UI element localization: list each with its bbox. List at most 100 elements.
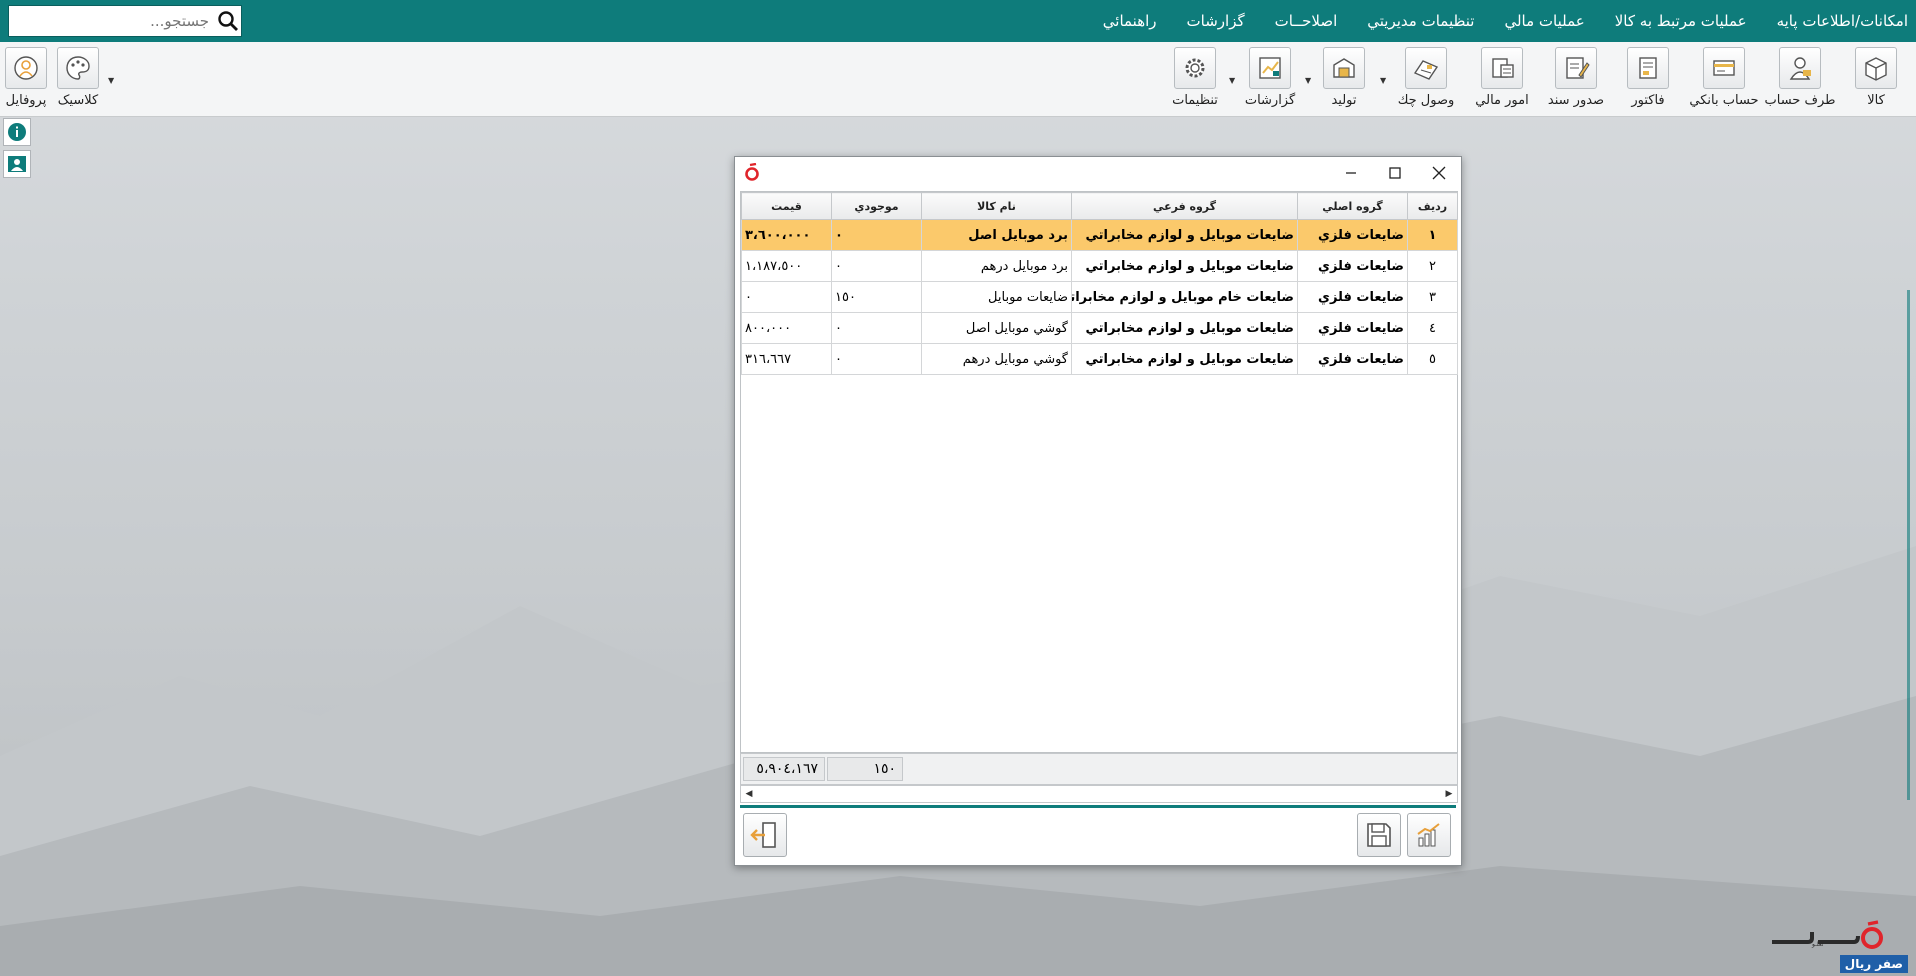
menu-help[interactable]: راهنمائي <box>1103 12 1157 30</box>
column-header-stock[interactable]: موجودي <box>831 192 922 220</box>
cell-goods-name[interactable]: گوشي موبايل اصل <box>921 312 1072 344</box>
table-row[interactable]: ٢ ضايعات فلزي ضايعات موبايل و لوازم مخاب… <box>741 250 1458 282</box>
reports-dropdown-arrow[interactable]: ▼ <box>1305 76 1311 85</box>
menu-goods-ops[interactable]: عمليات مرتبط به کالا <box>1615 12 1747 30</box>
cell-main-group[interactable]: ضايعات فلزي <box>1297 281 1408 313</box>
horizontal-scrollbar[interactable]: ◀ ▶ <box>740 785 1458 803</box>
brand-logo-icon: نعلـو <box>1772 920 1883 949</box>
tool-production[interactable]: توليد <box>1304 47 1384 113</box>
column-header-goods-name[interactable]: نام کالا <box>921 192 1072 220</box>
user-card-button[interactable] <box>3 150 31 178</box>
cell-stock[interactable]: ٠ <box>831 250 922 282</box>
tool-check-receipt-label: وصول چك <box>1397 93 1455 108</box>
cell-price[interactable]: ٨٠٠،٠٠٠ <box>741 312 832 344</box>
cell-sub-group[interactable]: ضايعات خام موبايل و لوازم مخابراتي <box>1071 281 1298 313</box>
maximize-button[interactable] <box>1373 160 1417 186</box>
cell-sub-group[interactable]: ضايعات موبايل و لوازم مخابراتي <box>1071 219 1298 251</box>
cell-main-group[interactable]: ضايعات فلزي <box>1297 343 1408 375</box>
cell-stock[interactable]: ٠ <box>831 343 922 375</box>
tool-account-party[interactable]: طرف حساب <box>1760 47 1840 113</box>
table-row-selected[interactable]: ١ ضايعات فلزي ضايعات موبايل و لوازم مخاب… <box>741 219 1458 251</box>
app-logo-icon <box>744 162 760 185</box>
right-edge-strip <box>1907 290 1910 800</box>
goods-table: رديف گروه اصلي گروه فرعي نام کالا موجودي… <box>741 192 1458 375</box>
menu-admin-settings[interactable]: تنظيمات مديريتي <box>1367 12 1474 30</box>
menu-corrections[interactable]: اصلاحــات <box>1275 12 1338 30</box>
tool-theme-label: کلاسيک <box>57 93 99 108</box>
production-dropdown-arrow[interactable]: ▼ <box>1380 76 1386 85</box>
save-disk-icon <box>1367 823 1391 847</box>
cell-price[interactable]: ٣١٦،٦٦٧ <box>741 343 832 375</box>
scroll-right-arrow-icon[interactable]: ▶ <box>1441 786 1457 802</box>
tool-bank-account-label: حساب بانکي <box>1689 93 1759 108</box>
tool-invoice[interactable]: فاکتور <box>1608 47 1688 113</box>
menu-financial-ops[interactable]: عمليات مالي <box>1504 12 1584 30</box>
goods-grid: رديف گروه اصلي گروه فرعي نام کالا موجودي… <box>740 191 1458 753</box>
menu-reports[interactable]: گزارشات <box>1187 12 1245 30</box>
search-icon[interactable] <box>215 6 241 36</box>
tool-theme[interactable]: کلاسيک <box>38 47 118 113</box>
cell-row-number[interactable]: ٤ <box>1407 312 1458 344</box>
chart-report-button[interactable] <box>1407 813 1451 857</box>
cell-stock[interactable]: ٠ <box>831 312 922 344</box>
tool-reports[interactable]: گزارشات <box>1230 47 1310 113</box>
tool-settings[interactable]: تنظيمات <box>1155 47 1235 113</box>
total-stock: ١٥٠ <box>827 757 903 781</box>
table-row[interactable]: ٤ ضايعات فلزي ضايعات موبايل و لوازم مخاب… <box>741 312 1458 344</box>
cell-price[interactable]: ٣،٦٠٠،٠٠٠ <box>741 219 832 251</box>
tool-reports-label: گزارشات <box>1244 93 1296 108</box>
brand-logo: نعلـو <box>1768 918 1886 956</box>
menu-base-info[interactable]: امکانات/اطلاعات پايه <box>1777 12 1908 30</box>
tool-issue-document-label: صدور سند <box>1547 93 1605 108</box>
document-pen-icon <box>1555 47 1597 89</box>
column-header-row-number[interactable]: رديف <box>1407 192 1458 220</box>
tool-account-party-label: طرف حساب <box>1764 93 1836 108</box>
cell-price[interactable]: ١،١٨٧،٥٠٠ <box>741 250 832 282</box>
table-row[interactable]: ٥ ضايعات فلزي ضايعات موبايل و لوازم مخاب… <box>741 343 1458 375</box>
box-icon <box>1855 47 1897 89</box>
cell-goods-name[interactable]: گوشي موبايل درهم <box>921 343 1072 375</box>
column-header-price[interactable]: قيمت <box>741 192 832 220</box>
zero-rial-badge: صفر ريال <box>1839 955 1908 973</box>
tool-check-receipt[interactable]: وصول چك <box>1386 47 1466 113</box>
cell-row-number[interactable]: ١ <box>1407 219 1458 251</box>
info-button[interactable] <box>3 118 31 146</box>
cell-sub-group[interactable]: ضايعات موبايل و لوازم مخابراتي <box>1071 343 1298 375</box>
save-button[interactable] <box>1357 813 1401 857</box>
cell-stock[interactable]: ٠ <box>831 219 922 251</box>
theme-dropdown-arrow[interactable]: ▼ <box>108 76 114 85</box>
cell-goods-name[interactable]: ضايعات موبايل <box>921 281 1072 313</box>
cell-main-group[interactable]: ضايعات فلزي <box>1297 250 1408 282</box>
exit-button[interactable] <box>743 813 787 857</box>
cell-stock[interactable]: ١٥٠ <box>831 281 922 313</box>
table-row[interactable]: ٣ ضايعات فلزي ضايعات خام موبايل و لوازم … <box>741 281 1458 313</box>
cell-main-group[interactable]: ضايعات فلزي <box>1297 219 1408 251</box>
tool-bank-account[interactable]: حساب بانکي <box>1684 47 1764 113</box>
main-menu-bar: امکانات/اطلاعات پايه عمليات مرتبط به کال… <box>0 0 1916 42</box>
cell-goods-name[interactable]: برد موبايل اصل <box>921 219 1072 251</box>
tool-financial-affairs[interactable]: امور مالي <box>1462 47 1542 113</box>
close-button[interactable] <box>1417 160 1461 186</box>
cell-row-number[interactable]: ٣ <box>1407 281 1458 313</box>
cell-price[interactable]: ٠ <box>741 281 832 313</box>
trend-chart-icon <box>1417 823 1440 847</box>
cell-sub-group[interactable]: ضايعات موبايل و لوازم مخابراتي <box>1071 312 1298 344</box>
minimize-button[interactable] <box>1329 160 1373 186</box>
close-icon <box>1432 166 1446 180</box>
column-header-main-group[interactable]: گروه اصلي <box>1297 192 1408 220</box>
cell-row-number[interactable]: ٥ <box>1407 343 1458 375</box>
scroll-left-arrow-icon[interactable]: ◀ <box>741 786 757 802</box>
settings-dropdown-arrow[interactable]: ▼ <box>1229 76 1235 85</box>
cell-goods-name[interactable]: برد موبايل درهم <box>921 250 1072 282</box>
tool-issue-document[interactable]: صدور سند <box>1536 47 1616 113</box>
column-header-sub-group[interactable]: گروه فرعي <box>1071 192 1298 220</box>
cell-row-number[interactable]: ٢ <box>1407 250 1458 282</box>
goods-inventory-window: رديف گروه اصلي گروه فرعي نام کالا موجودي… <box>734 156 1462 866</box>
search-box <box>8 5 242 37</box>
cell-main-group[interactable]: ضايعات فلزي <box>1297 312 1408 344</box>
tool-goods[interactable]: کالا <box>1836 47 1916 113</box>
total-price: ٥،٩٠٤،١٦٧ <box>743 757 825 781</box>
search-input[interactable] <box>9 7 215 35</box>
user-card-icon <box>8 156 26 172</box>
cell-sub-group[interactable]: ضايعات موبايل و لوازم مخابراتي <box>1071 250 1298 282</box>
